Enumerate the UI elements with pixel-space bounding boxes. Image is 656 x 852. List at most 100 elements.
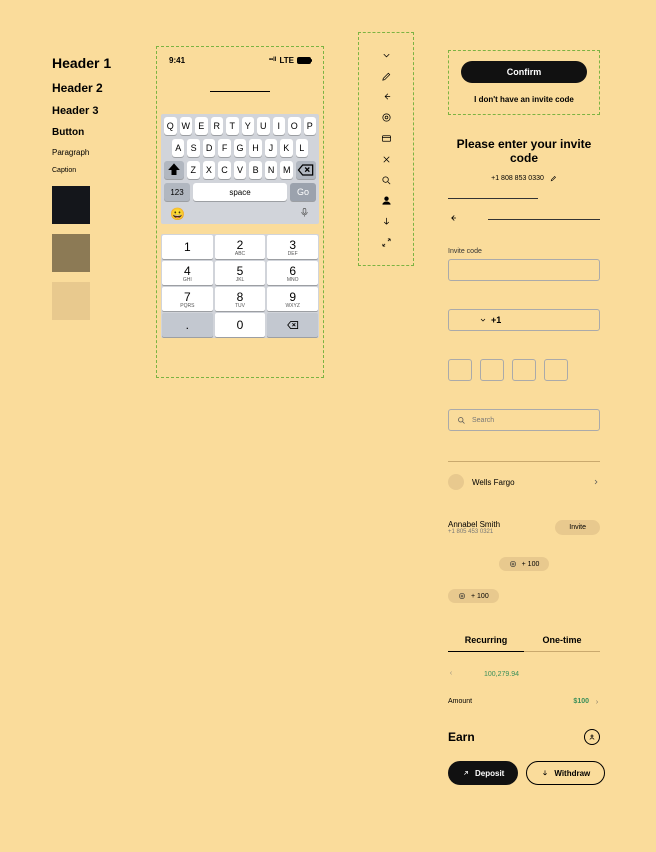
key-w[interactable]: W [180, 117, 193, 135]
user-badge-icon[interactable] [584, 729, 600, 745]
phone-number: +1 808 853 0330 [491, 175, 544, 184]
swatch-olive [52, 234, 90, 272]
key-y[interactable]: Y [242, 117, 255, 135]
no-invite-link[interactable]: I don't have an invite code [457, 95, 591, 104]
numkey-delete[interactable] [267, 313, 318, 337]
key-x[interactable]: X [203, 161, 216, 179]
caption-label: Caption [52, 167, 144, 174]
key-z[interactable]: Z [187, 161, 200, 179]
arrow-down-icon [381, 216, 392, 227]
key-e[interactable]: E [195, 117, 208, 135]
signal-icon: ••ll [269, 57, 277, 63]
key-b[interactable]: B [249, 161, 262, 179]
phone-prefix-select[interactable]: +1 [448, 309, 600, 331]
shift-key[interactable] [164, 161, 184, 179]
key-d[interactable]: D [203, 139, 215, 157]
reward-chip-1[interactable]: + 100 [499, 557, 550, 571]
tab-recurring[interactable]: Recurring [448, 629, 524, 652]
emoji-key[interactable]: 😀 [170, 207, 185, 221]
numkey-9[interactable]: 9WXYZ [267, 287, 318, 311]
key-t[interactable]: T [226, 117, 239, 135]
numkey-4[interactable]: 4GHI [162, 261, 213, 285]
numkey-2[interactable]: 2ABC [215, 235, 266, 259]
battery-icon [297, 57, 311, 64]
key-l[interactable]: L [296, 139, 308, 157]
qwerty-keyboard: QWERTYUIOP ASDFGHJKL ZXCVBNM 123 space G… [161, 114, 319, 224]
numpad: 12ABC3DEF 4GHI5JKL6MNO 7PQRS8TUV9WXYZ . … [161, 234, 319, 338]
invite-code-label: Invite code [448, 248, 600, 255]
expand-icon [381, 237, 392, 248]
deposit-button[interactable]: Deposit [448, 761, 518, 785]
chevron-right-icon[interactable] [594, 699, 600, 705]
key-v[interactable]: V [234, 161, 247, 179]
key-a[interactable]: A [172, 139, 184, 157]
numkey-1[interactable]: 1 [162, 235, 213, 259]
phone-mock: 9:41 ••ll LTE QWERTYUIOP ASDFGHJKL ZXCVB… [156, 46, 324, 378]
search-input[interactable]: Search [448, 409, 600, 431]
icon-strip [358, 32, 414, 266]
key-s[interactable]: S [187, 139, 199, 157]
header-2: Header 2 [52, 81, 144, 95]
key-k[interactable]: K [280, 139, 292, 157]
network-label: LTE [279, 56, 294, 65]
key-r[interactable]: R [211, 117, 224, 135]
key-h[interactable]: H [249, 139, 261, 157]
button-label: Button [52, 127, 144, 138]
card-icon [381, 133, 392, 144]
earn-title: Earn [448, 730, 475, 744]
invite-code-input[interactable] [448, 259, 600, 281]
invite-title: Please enter your invite code [448, 137, 600, 165]
reward-chip-2[interactable]: + 100 [448, 589, 499, 603]
back-icon[interactable] [448, 213, 458, 226]
key-g[interactable]: G [234, 139, 246, 157]
key-m[interactable]: M [280, 161, 293, 179]
space-key[interactable]: space [193, 183, 287, 201]
key-u[interactable]: U [257, 117, 270, 135]
amount-label: Amount [448, 698, 472, 705]
edit-phone-icon[interactable] [550, 175, 557, 184]
key-q[interactable]: Q [164, 117, 177, 135]
numkey-8[interactable]: 8TUV [215, 287, 266, 311]
numeric-key[interactable]: 123 [164, 183, 190, 201]
header-1: Header 1 [52, 55, 144, 71]
edit-icon [381, 71, 392, 82]
bank-row[interactable]: Wells Fargo [448, 474, 600, 490]
header-3: Header 3 [52, 105, 144, 117]
backspace-key[interactable] [296, 161, 316, 179]
bank-avatar [448, 474, 464, 490]
key-c[interactable]: C [218, 161, 231, 179]
chevron-down-icon [381, 50, 392, 61]
withdraw-button[interactable]: Withdraw [526, 761, 605, 785]
paragraph-label: Paragraph [52, 148, 144, 157]
numkey-dot[interactable]: . [162, 313, 213, 337]
numkey-7[interactable]: 7PQRS [162, 287, 213, 311]
numkey-5[interactable]: 5JKL [215, 261, 266, 285]
key-i[interactable]: I [273, 117, 286, 135]
key-j[interactable]: J [265, 139, 277, 157]
bank-name: Wells Fargo [472, 478, 584, 487]
arrow-left-icon [381, 91, 392, 102]
tab-onetime[interactable]: One-time [524, 629, 600, 652]
close-icon [381, 154, 392, 165]
invite-button[interactable]: Invite [555, 520, 600, 535]
go-key[interactable]: Go [290, 183, 316, 201]
amount-value: $100 [573, 698, 589, 705]
key-n[interactable]: N [265, 161, 278, 179]
numkey-3[interactable]: 3DEF [267, 235, 318, 259]
key-p[interactable]: P [304, 117, 317, 135]
swatch-sand [52, 282, 90, 320]
contact-name: Annabel Smith [448, 520, 555, 529]
confirm-button[interactable]: Confirm [461, 61, 587, 83]
numkey-6[interactable]: 6MNO [267, 261, 318, 285]
numkey-0[interactable]: 0 [215, 313, 266, 337]
target-icon [381, 112, 392, 123]
mic-key[interactable] [299, 207, 310, 221]
swatch-dark [52, 186, 90, 224]
contact-row: Annabel Smith +1 805 453 0321 Invite [448, 520, 600, 535]
text-input-line[interactable] [210, 91, 270, 92]
otp-input[interactable] [448, 359, 600, 381]
user-icon [381, 195, 392, 206]
key-f[interactable]: F [218, 139, 230, 157]
chevron-left-icon[interactable] [448, 670, 454, 678]
key-o[interactable]: O [288, 117, 301, 135]
